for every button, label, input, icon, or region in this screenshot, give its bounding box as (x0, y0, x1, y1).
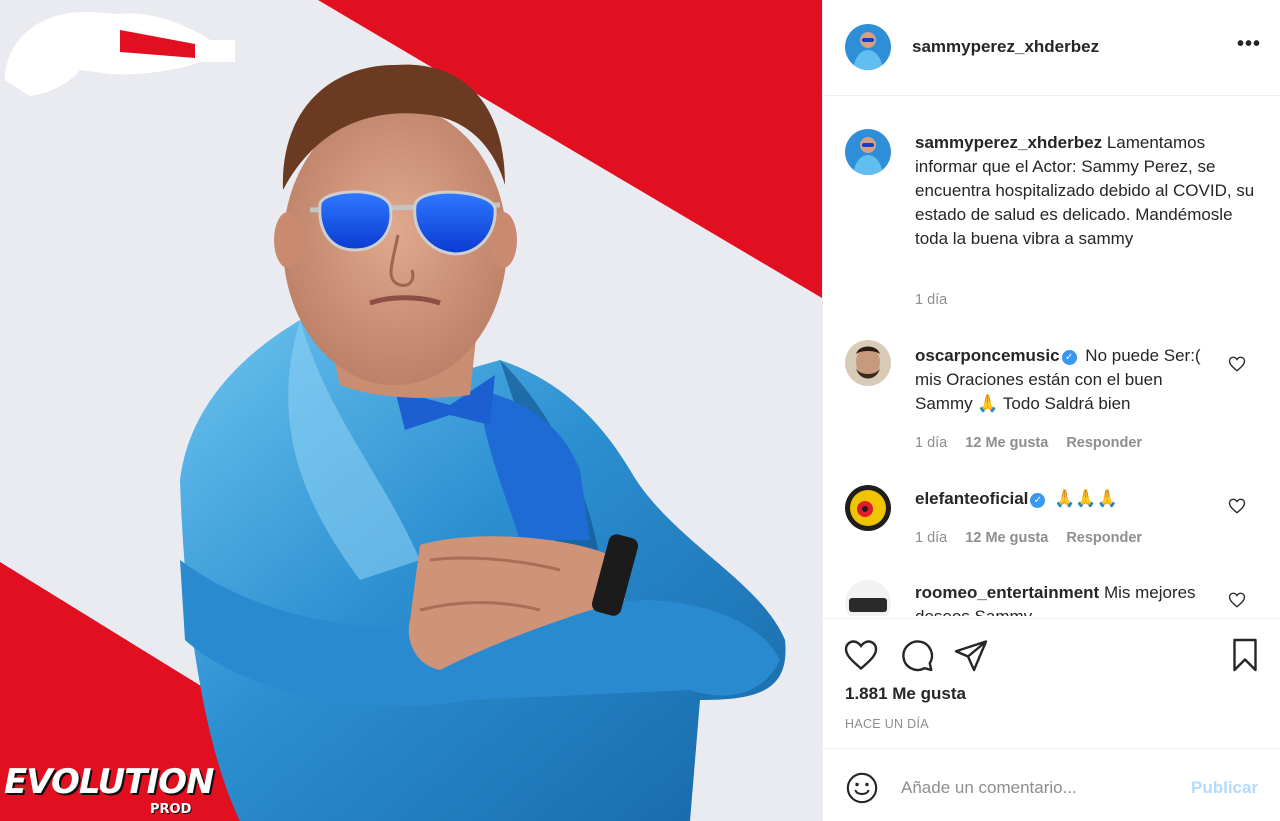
comment-avatar[interactable] (845, 580, 891, 616)
author-username[interactable]: sammyperez_xhderbez (912, 37, 1099, 57)
evolution-logo (5, 11, 235, 96)
more-options-icon[interactable]: ••• (1237, 34, 1261, 54)
smile-icon[interactable] (845, 771, 879, 805)
comment-text: 🙏🙏🙏 (1054, 489, 1118, 508)
logo-wordmark: EVOLUTION (4, 762, 214, 802)
reply-button[interactable]: Responder (1066, 530, 1142, 546)
comment-like-heart-icon[interactable] (1228, 355, 1246, 373)
comment-avatar[interactable] (845, 340, 891, 386)
post-photo-art (0, 0, 822, 821)
publish-button[interactable]: Publicar (1191, 778, 1258, 798)
comment-like-heart-icon[interactable] (1228, 591, 1246, 609)
comment-username[interactable]: roomeo_entertainment (915, 583, 1099, 602)
caption-avatar[interactable] (845, 129, 891, 175)
author-avatar[interactable] (845, 24, 891, 70)
caption-username[interactable]: sammyperez_xhderbez (915, 133, 1102, 152)
comment-meta: 1 día 12 Me gusta Responder (915, 530, 1156, 546)
bookmark-icon[interactable] (1227, 637, 1263, 673)
comment-avatar[interactable] (845, 485, 891, 531)
likes-count[interactable]: 1.881 Me gusta (845, 684, 966, 704)
comment-time[interactable]: 1 día (915, 530, 947, 546)
comment-meta: 1 día 12 Me gusta Responder (915, 435, 1156, 451)
add-comment-bar: Publicar (823, 748, 1280, 821)
comment-text-block: elefanteoficial ✓ 🙏🙏🙏 (915, 487, 1215, 511)
post-side-panel: sammyperez_xhderbez ••• sammyperez_xhder… (822, 0, 1280, 821)
caption-meta: 1 día (915, 292, 961, 308)
send-icon[interactable] (953, 637, 989, 673)
comment-likes[interactable]: 12 Me gusta (965, 435, 1048, 451)
post-caption: sammyperez_xhderbez Lamentamos informar … (915, 131, 1255, 251)
comment-input[interactable] (901, 771, 1181, 805)
comment-time[interactable]: 1 día (915, 435, 947, 451)
comment-text-block: oscarponcemusic ✓ No puede Ser:( mis Orac… (915, 344, 1215, 416)
verified-badge-icon: ✓ (1061, 350, 1077, 365)
comments-list[interactable]: sammyperez_xhderbez Lamentamos informar … (823, 97, 1280, 616)
comment-likes[interactable]: 12 Me gusta (965, 530, 1048, 546)
comment-text-block: roomeo_entertainment Mis mejores deseos … (915, 581, 1215, 616)
comment-like-heart-icon[interactable] (1228, 497, 1246, 515)
post-actions: 1.881 Me gusta HACE UN DÍA (823, 618, 1280, 748)
comment-username[interactable]: oscarponcemusic (915, 346, 1060, 365)
post-header: sammyperez_xhderbez ••• (823, 0, 1280, 96)
post-image[interactable]: EVOLUTION PROD (0, 0, 822, 821)
post-time[interactable]: HACE UN DÍA (845, 717, 929, 731)
heart-icon[interactable] (843, 637, 879, 673)
comment-username[interactable]: elefanteoficial (915, 489, 1028, 508)
comment-icon[interactable] (899, 637, 935, 673)
caption-time[interactable]: 1 día (915, 292, 947, 308)
logo-subtext: PROD (150, 802, 192, 817)
reply-button[interactable]: Responder (1066, 435, 1142, 451)
verified-badge-icon: ✓ (1030, 493, 1046, 508)
